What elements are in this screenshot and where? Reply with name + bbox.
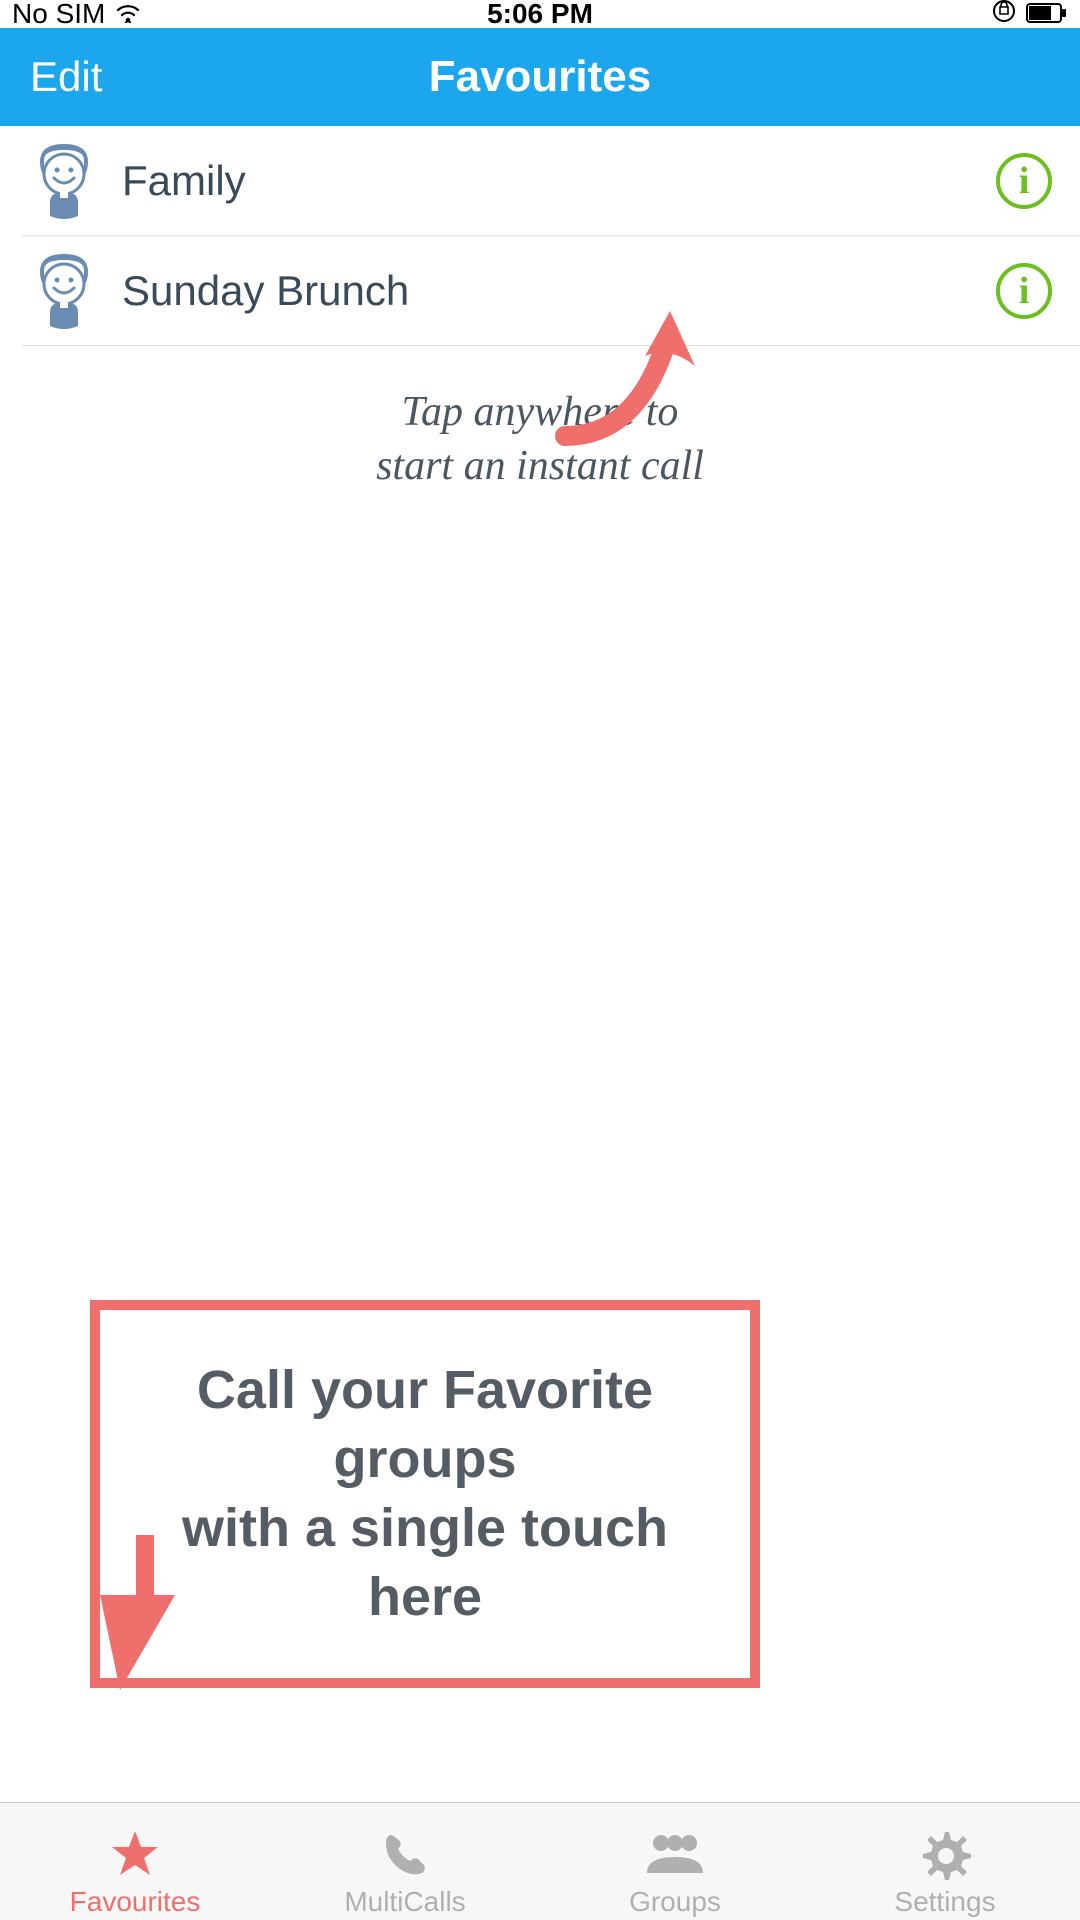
favourite-row[interactable]: Family i: [22, 126, 1080, 236]
tab-label: Groups: [629, 1886, 721, 1918]
battery-icon: [1026, 0, 1068, 30]
info-icon: i: [1019, 159, 1030, 203]
gear-icon: [919, 1826, 971, 1882]
page-title: Favourites: [429, 52, 652, 102]
tab-label: MultiCalls: [344, 1886, 465, 1918]
phone-icon: [380, 1826, 430, 1882]
tabbar: Favourites MultiCalls Groups Settings: [0, 1802, 1080, 1920]
edit-button[interactable]: Edit: [30, 53, 102, 101]
callout-text: Call your Favorite groups with a single …: [130, 1356, 720, 1632]
clock-text: 5:06 PM: [487, 0, 593, 30]
info-button[interactable]: i: [996, 153, 1052, 209]
group-icon: [643, 1826, 707, 1882]
arrow-down-icon: [80, 1535, 180, 1700]
favourites-list: Family i Sunday Brunch i: [0, 126, 1080, 346]
info-button[interactable]: i: [996, 263, 1052, 319]
statusbar: No SIM 5:06 PM: [0, 0, 1080, 28]
hint: Tap anywhere to start an instant call: [0, 386, 1080, 494]
tab-multicalls[interactable]: MultiCalls: [270, 1803, 540, 1920]
avatar-icon: [28, 250, 100, 332]
arrow-up-icon: [555, 306, 715, 481]
callout-box: Call your Favorite groups with a single …: [90, 1300, 760, 1688]
tab-groups[interactable]: Groups: [540, 1803, 810, 1920]
favourite-name: Family: [122, 157, 996, 205]
avatar-icon: [28, 140, 100, 222]
info-icon: i: [1019, 269, 1030, 313]
tab-settings[interactable]: Settings: [810, 1803, 1080, 1920]
star-icon: [108, 1826, 162, 1882]
tab-favourites[interactable]: Favourites: [0, 1803, 270, 1920]
wifi-icon: [115, 0, 141, 30]
tab-label: Settings: [894, 1886, 995, 1918]
navbar: Edit Favourites: [0, 28, 1080, 126]
tab-label: Favourites: [70, 1886, 201, 1918]
favourite-row[interactable]: Sunday Brunch i: [22, 236, 1080, 346]
carrier-text: No SIM: [12, 0, 105, 30]
orientation-lock-icon: [992, 0, 1016, 30]
